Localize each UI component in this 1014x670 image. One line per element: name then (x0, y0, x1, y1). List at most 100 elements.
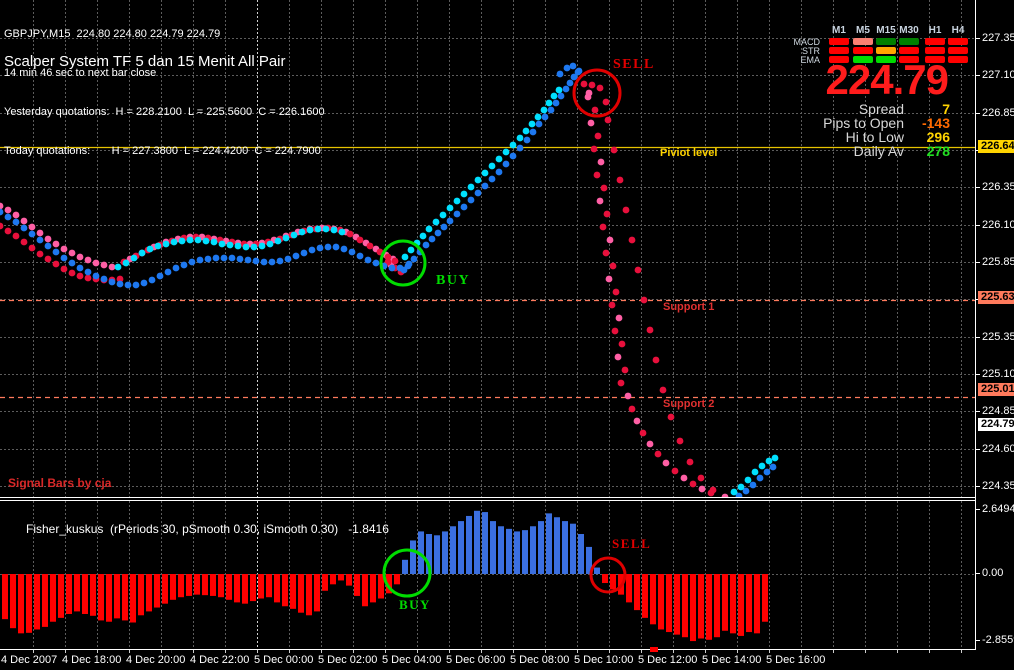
symbol-ohlc-line: GBPJPY,M15 224.80 224.80 224.79 224.79 (4, 28, 221, 40)
cyan-dot (146, 245, 154, 253)
fisher-bar (90, 574, 96, 616)
crimson-dot (697, 474, 705, 482)
cyan-dot (290, 231, 298, 239)
fisher-bar (274, 574, 280, 603)
cyan-dot (528, 120, 536, 128)
fisher-bar (730, 574, 736, 634)
fisher-bar (522, 530, 528, 574)
time-tick-mark (769, 650, 770, 653)
time-tick-mark (513, 650, 514, 653)
blue-dot (460, 203, 468, 211)
crimson-dot (36, 250, 44, 258)
signal-cell-str-h1 (925, 47, 945, 54)
crimson-dot (588, 81, 596, 89)
blue-dot (467, 196, 475, 204)
crimson-dot (52, 260, 60, 268)
mt4-terminal-window: SELL BUY Piviot level Support 1 Support 2 S… (0, 0, 1014, 670)
blue-dot (348, 248, 356, 256)
cyan-dot (495, 155, 503, 163)
fisher-bar (546, 513, 552, 574)
cyan-dot (242, 243, 250, 251)
cyan-dot (218, 240, 226, 248)
cyan-dot (130, 254, 138, 262)
tf-header-m15: M15 (876, 25, 896, 36)
stat-row-daily-av: Daily Av 278 (700, 143, 950, 159)
cyan-dot (751, 468, 759, 476)
fisher-bar (258, 574, 264, 599)
pink-dot (92, 259, 100, 267)
price-axis[interactable]: 227.35227.10226.85226.60226.35226.10225.… (975, 0, 1014, 670)
crimson-dot (671, 467, 679, 475)
fisher-bar (346, 574, 352, 586)
fisher-bar (642, 574, 648, 618)
signal-cell-macd-m5 (853, 38, 873, 45)
cyan-dot (258, 242, 266, 250)
crimson-dot (610, 146, 618, 154)
fisher-bar (170, 574, 176, 600)
blue-dot (260, 258, 268, 266)
crimson-dot (580, 80, 588, 88)
time-tick-mark (257, 650, 258, 653)
panel-separator-top[interactable] (0, 497, 975, 498)
crimson-dot (391, 257, 399, 265)
blue-dot (244, 256, 252, 264)
fisher-bar (306, 574, 312, 616)
fisher-bar (530, 526, 536, 574)
cyan-dot (202, 237, 210, 245)
fisher-bar (106, 574, 112, 622)
crimson-dot (68, 269, 76, 277)
blue-dot (140, 279, 148, 287)
fisher-bar (626, 574, 632, 603)
blue-dot (84, 268, 92, 276)
signal-cell-str-m5 (853, 47, 873, 54)
time-tick-mark (321, 650, 322, 653)
fisher-panel[interactable]: SELL BUY Fisher_kuskus (rPeriods 30, pSmo… (0, 501, 975, 648)
blue-dot (364, 256, 372, 264)
blue-dot (0, 208, 4, 216)
fisher-bar (370, 574, 376, 603)
blue-dot (36, 236, 44, 244)
crimson-dot (634, 266, 642, 274)
tf-header-m1: M1 (832, 25, 846, 36)
cyan-dot (186, 236, 194, 244)
pink-dot (662, 459, 670, 467)
pink-dot (698, 485, 706, 493)
fisher-bar (362, 574, 368, 607)
time-tick-mark (289, 650, 290, 653)
cyan-dot (226, 241, 234, 249)
price-level-box: 226.64 (978, 140, 1014, 153)
stat-label: Daily Av (853, 143, 904, 159)
fisher-bar (122, 574, 128, 621)
crimson-dot (617, 379, 625, 387)
cyan-dot (771, 454, 779, 462)
price-tick-mark (975, 374, 980, 375)
fisher-bar (34, 574, 40, 630)
blue-dot (180, 261, 188, 269)
crimson-dot (622, 206, 630, 214)
price-tick-label: 227.10 (982, 69, 1014, 81)
level-label: Support 1 (663, 301, 715, 313)
blue-dot (44, 242, 52, 250)
blue-dot (324, 243, 332, 251)
cyan-dot (338, 228, 346, 236)
cyan-dot (730, 488, 738, 496)
crimson-dot (346, 230, 354, 238)
fisher-bar (202, 574, 208, 596)
blue-dot (400, 266, 408, 274)
signal-bars-credit: Signal Bars by cja (8, 476, 112, 490)
crimson-dot (356, 236, 364, 244)
price-tick-label: 226.85 (982, 107, 1014, 119)
time-tick-mark (801, 650, 802, 653)
blue-dot (356, 252, 364, 260)
time-tick-label: 5 Dec 02:00 (318, 654, 378, 666)
fisher-bar (738, 574, 744, 636)
pink-dot (108, 263, 116, 271)
blue-dot (556, 70, 564, 78)
blue-dot (316, 244, 324, 252)
fisher-bar (762, 574, 768, 622)
time-axis[interactable]: 4 Dec 2007 4 Dec 18:00 4 Dec 20:00 4 Dec 22… (0, 647, 1014, 670)
blue-dot (164, 268, 172, 276)
crimson-dot (602, 98, 610, 106)
pink-dot (605, 275, 613, 283)
crimson-dot (594, 132, 602, 140)
